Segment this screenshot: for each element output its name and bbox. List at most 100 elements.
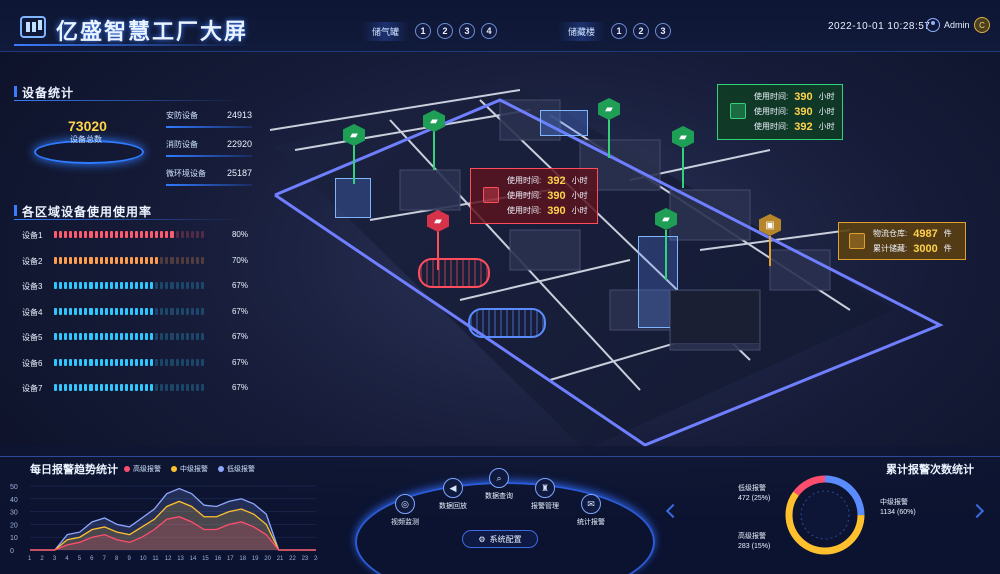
legend-high-dot [124, 466, 130, 472]
stat-env: 微环境设备 25187 [166, 168, 252, 186]
warehouse-tag-line [769, 236, 771, 266]
usage-bar-segment [175, 256, 179, 264]
usage-bar-segment [99, 358, 103, 366]
chart-x-tick: 15 [202, 556, 209, 562]
total-devices-value: 73020 [68, 118, 107, 134]
usage-bar-segment [155, 333, 159, 340]
usage-bar-segment [195, 231, 199, 238]
usage-bar-segment [150, 358, 154, 366]
popup-red-unit: 小时 [571, 191, 588, 200]
chart-x-tick: 9 [127, 556, 131, 562]
usage-bar-segment [140, 333, 144, 340]
usage-bar-segment [124, 282, 128, 289]
usage-bar-segment [170, 256, 174, 264]
user-name[interactable]: Admin [944, 20, 970, 30]
usage-bar-segment [54, 384, 58, 391]
usage-bar-segment [104, 333, 108, 340]
nav-gas-tank-3[interactable]: 3 [459, 23, 476, 39]
usage-bar-segment [150, 282, 154, 289]
popup-gold-rows: 物流仓库: 4987 件 累计储藏: 3000 件 [873, 226, 952, 256]
usage-bar-segment [200, 256, 204, 264]
building-left[interactable] [335, 178, 371, 218]
legend-mid-dot [171, 466, 177, 472]
usage-bar-segment [124, 256, 128, 264]
usage-row-percent: 80% [231, 230, 248, 239]
chart-x-tick: 11 [152, 556, 159, 562]
gas-tank-blue[interactable] [468, 308, 546, 338]
nav-gas-tank-2[interactable]: 2 [437, 23, 454, 39]
camera-icon [730, 103, 746, 119]
popup-green-value: 390 [794, 105, 813, 118]
usage-bar-segment [124, 231, 128, 238]
usage-bar-segment [114, 333, 118, 340]
gas-tank-red[interactable] [418, 258, 490, 288]
usage-bar-segment [74, 307, 78, 315]
chart-x-tick: 2 [40, 556, 44, 562]
usage-bar-segment [155, 256, 159, 264]
usage-bar-segment [155, 358, 159, 366]
popup-gold-row: 物流仓库: 4987 件 [873, 226, 952, 241]
chart-x-tick: 19 [252, 556, 259, 562]
building-back[interactable] [540, 110, 588, 136]
usage-bar-segment [140, 384, 144, 391]
usage-bar-segment [155, 231, 159, 238]
popup-green-row: 使用时间: 390 小时 [754, 89, 835, 104]
control-video-monitor[interactable]: ◎ 视频监测 [380, 494, 430, 527]
usage-rate-divider [14, 219, 244, 220]
control-alarm-manage[interactable]: ♜ 报警管理 [520, 478, 570, 511]
popup-gold-value: 4987 [913, 227, 938, 240]
usage-bar-segment [104, 256, 108, 264]
usage-row-bar [54, 231, 204, 238]
nav-gas-tank-4[interactable]: 4 [481, 23, 498, 39]
chart-y-tick: 30 [10, 510, 18, 517]
usage-bar-segment [69, 358, 73, 366]
usage-bar-segment [124, 358, 128, 366]
usage-bar-segment [145, 384, 149, 391]
nav-storage-3[interactable]: 3 [655, 23, 672, 39]
usage-bar-segment [160, 384, 164, 391]
usage-bar-segment [79, 358, 83, 366]
usage-bar-segment [54, 256, 58, 264]
usage-row-label: 设备3 [22, 282, 43, 291]
usage-bar-segment [79, 231, 83, 238]
popup-red-value: 390 [547, 204, 566, 217]
legend-high: 高级报警 [124, 464, 161, 474]
control-data-replay[interactable]: ◀ 数据回放 [428, 478, 478, 511]
usage-bar-segment [94, 231, 98, 238]
nav-storage: 储藏楼 1 2 3 [558, 20, 672, 42]
usage-row-bar [54, 384, 204, 391]
legend-mid: 中级报警 [171, 464, 208, 474]
usage-bar-segment [185, 231, 189, 238]
usage-bar-segment [59, 384, 63, 391]
control-stat-alarm[interactable]: ✉ 统计报警 [566, 494, 616, 527]
system-config-button[interactable]: ⚙ 系统配置 [462, 530, 538, 548]
usage-bar-segment [74, 231, 78, 238]
usage-bar-segment [170, 282, 174, 289]
usage-bar-segment [104, 384, 108, 391]
high-alarm-pct: (15%) [751, 543, 771, 550]
control-data-query[interactable]: ⌕ 数据查询 [474, 468, 524, 501]
usage-bar-segment [129, 256, 133, 264]
mid-alarm-stat: 中级报警 1134 (60%) [880, 498, 916, 518]
usage-bar-segment [99, 256, 103, 264]
usage-bar-segment [190, 231, 194, 238]
factory-3d-map[interactable]: ▰ ▰ ▰ ▰ ▰ ▰ ▣ 使用时间: 392 小时 使用时间: 390 小时 使用时间… [250, 60, 970, 460]
usage-bar-segment [145, 307, 149, 315]
usage-bar-segment [190, 256, 194, 264]
nav-gas-tank-1[interactable]: 1 [415, 23, 432, 39]
nav-storage-1[interactable]: 1 [611, 23, 628, 39]
popup-gold-unit: 件 [943, 244, 952, 253]
usage-bar-segment [64, 256, 68, 264]
legend-low-label: 低级报警 [227, 466, 255, 473]
user-icon[interactable] [926, 18, 940, 32]
nav-gas-tank-label[interactable]: 储气罐 [362, 21, 410, 41]
nav-storage-label[interactable]: 储藏楼 [558, 21, 606, 41]
chart-y-tick: 10 [10, 535, 18, 542]
usage-row-label: 设备1 [22, 231, 43, 240]
popup-green-key: 使用时间: [754, 92, 789, 101]
usage-bar-segment [54, 333, 58, 340]
nav-storage-2[interactable]: 2 [633, 23, 650, 39]
stat-fire-value: 22920 [226, 139, 252, 149]
user-badge[interactable]: C [974, 17, 990, 33]
usage-bar-segment [150, 256, 154, 264]
